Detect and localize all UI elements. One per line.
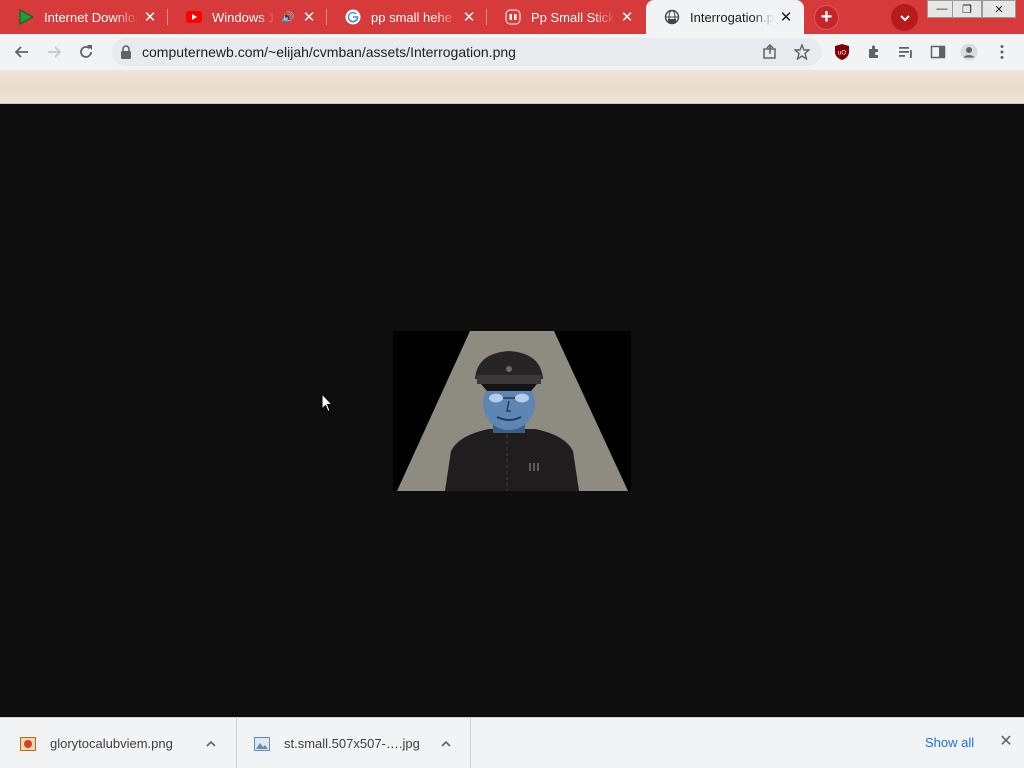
ublock-shield-icon: uO: [835, 44, 849, 60]
forward-button[interactable]: [42, 40, 66, 64]
tab-interrogation-png[interactable]: Interrogation.png ✕: [646, 0, 804, 34]
png-file-icon: [20, 736, 36, 751]
close-download-shelf-button[interactable]: ✕: [998, 733, 1014, 750]
tab-search-button[interactable]: [891, 4, 918, 31]
google-icon: [345, 9, 361, 25]
bookmark-button[interactable]: [792, 42, 812, 62]
interrogation-illustration: [393, 331, 631, 491]
youtube-icon: [186, 9, 202, 25]
reload-button[interactable]: [74, 40, 98, 64]
tab-title: Internet Download Manager: [44, 9, 138, 25]
download-separator: [236, 718, 237, 768]
arrow-right-icon: [48, 46, 62, 58]
star-icon: [794, 44, 810, 60]
tab-title: pp small hehe - Google: [371, 9, 457, 25]
arrow-left-icon: [14, 46, 28, 58]
side-panel-button[interactable]: [928, 42, 948, 62]
site-globe-icon: [664, 9, 680, 25]
idm-play-icon: [18, 9, 34, 25]
tab-strip: Internet Download Manager ✕ Windows 10 🔊…: [0, 0, 1024, 34]
download-filename: glorytocalubviem.png: [50, 736, 173, 751]
jpg-file-icon: [254, 736, 270, 751]
reading-list-button[interactable]: [896, 42, 916, 62]
tab-close-button[interactable]: ✕: [301, 9, 317, 26]
show-all-downloads-link[interactable]: Show all: [925, 735, 974, 750]
ublock-extension-button[interactable]: uO: [832, 42, 852, 62]
chevron-up-icon: [206, 740, 216, 747]
tab-close-button[interactable]: ✕: [778, 9, 794, 26]
share-icon: [763, 44, 776, 59]
download-item[interactable]: st.small.507x507-….jpg: [254, 718, 454, 768]
extensions-button[interactable]: [864, 42, 884, 62]
tab-close-button[interactable]: ✕: [619, 9, 635, 26]
chevron-up-icon: [441, 740, 451, 747]
sticker-site-icon: [505, 9, 521, 25]
chevron-down-icon: [899, 14, 910, 21]
share-button[interactable]: [760, 42, 780, 62]
new-tab-button[interactable]: +: [814, 5, 839, 30]
download-shelf: glorytocalubviem.png st.small.507x507-….…: [0, 717, 1024, 768]
puzzle-icon: [869, 45, 878, 58]
tab-title: Interrogation.png: [690, 9, 774, 25]
interrogation-image[interactable]: [393, 331, 631, 491]
download-filename: st.small.507x507-….jpg: [284, 736, 420, 751]
tab-pp-small-stickers[interactable]: Pp Small Stickers ✕: [487, 0, 645, 34]
restore-button[interactable]: ❐: [952, 0, 982, 18]
kebab-menu-icon: [1000, 45, 1004, 59]
window-close-button[interactable]: ✕: [982, 0, 1016, 18]
download-item[interactable]: glorytocalubviem.png: [20, 718, 219, 768]
profile-button[interactable]: [959, 42, 979, 62]
page-banner-strip: [0, 70, 1024, 104]
tab-title: Pp Small Stickers: [531, 9, 615, 25]
mouse-pointer-icon: [321, 393, 333, 413]
tab-title: Windows 10: [212, 9, 276, 25]
svg-text:uO: uO: [838, 51, 846, 57]
tab-close-button[interactable]: ✕: [142, 9, 158, 26]
media-queue-icon: [899, 47, 912, 58]
tab-google-search[interactable]: pp small hehe - Google ✕: [327, 0, 487, 34]
avatar-icon: [960, 43, 978, 61]
lock-icon[interactable]: [120, 44, 132, 60]
tab-windows-10[interactable]: Windows 10 🔊 ✕: [168, 0, 327, 34]
tab-internet-download-manager[interactable]: Internet Download Manager ✕: [0, 0, 168, 34]
menu-button[interactable]: [992, 42, 1012, 62]
download-options-button[interactable]: [438, 736, 454, 752]
download-separator: [470, 718, 471, 768]
side-panel-icon: [930, 45, 946, 59]
back-button[interactable]: [10, 40, 34, 64]
speaker-icon[interactable]: 🔊: [281, 11, 295, 24]
url-text[interactable]: computernewb.com/~elijah/cvmban/assets/I…: [142, 44, 516, 60]
reload-icon: [80, 45, 92, 58]
download-options-button[interactable]: [203, 736, 219, 752]
tab-close-button[interactable]: ✕: [461, 9, 477, 26]
